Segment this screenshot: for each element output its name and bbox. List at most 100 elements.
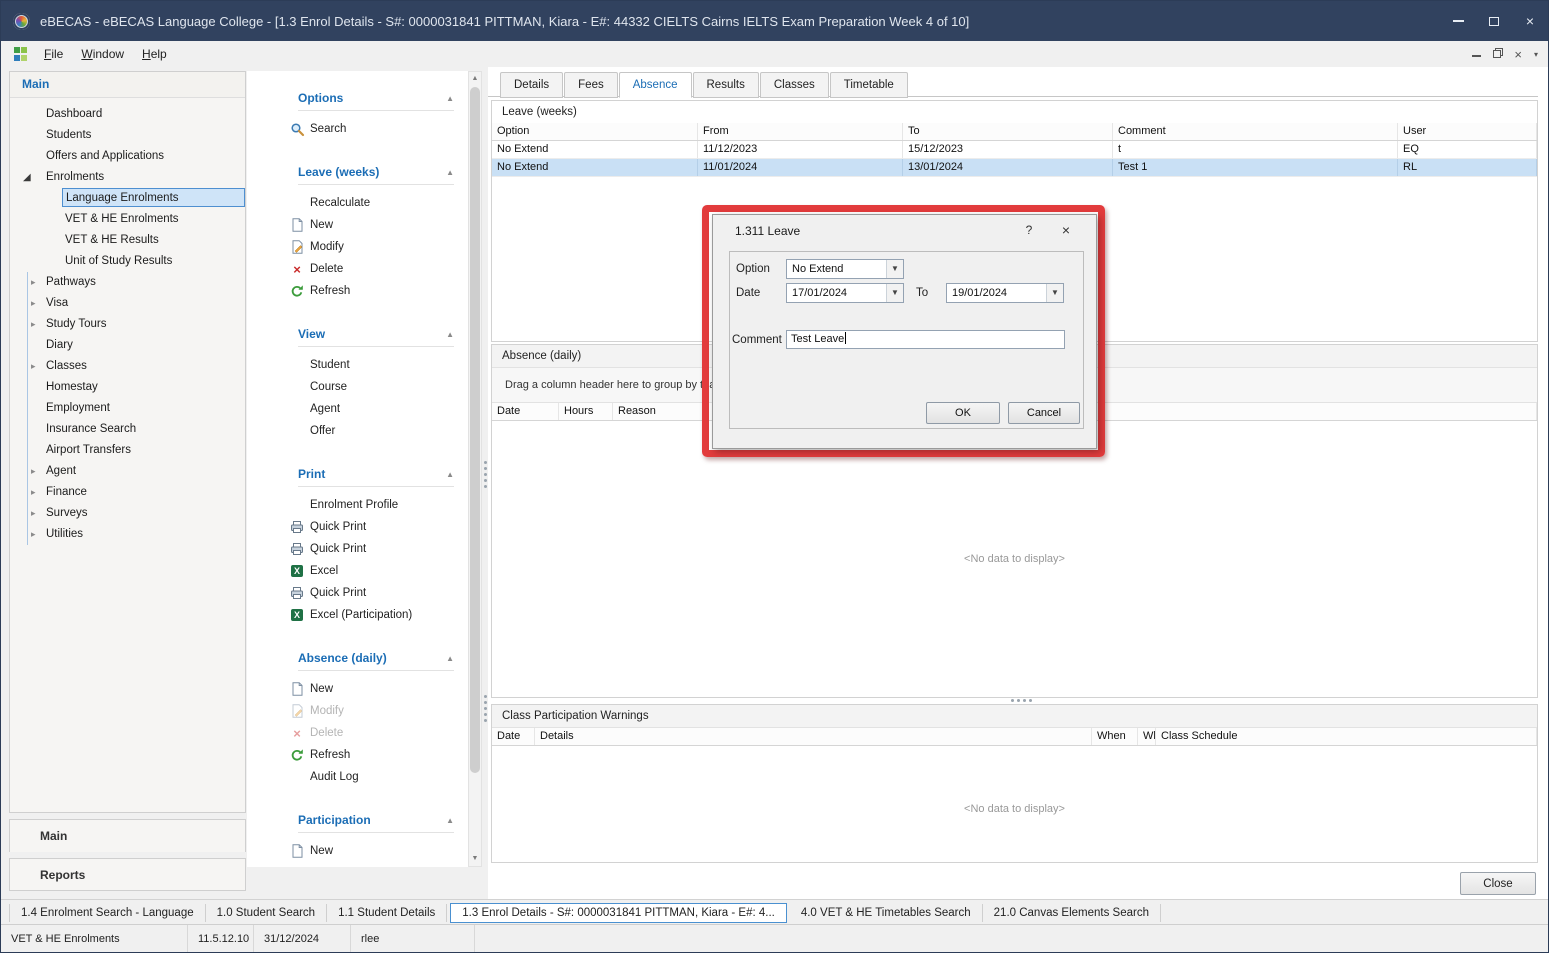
collapsed-arrow-icon[interactable]: ▸: [31, 356, 36, 377]
mdi-restore-button[interactable]: [1493, 48, 1502, 60]
mdi-minimize-button[interactable]: [1472, 49, 1481, 60]
chevron-down-icon[interactable]: ▼: [886, 284, 903, 302]
section-header-options[interactable]: Options▲: [298, 89, 454, 111]
leave-col-to[interactable]: To: [903, 123, 1113, 140]
option-view-offer[interactable]: Offer: [247, 420, 468, 442]
sidebar-item-study-tours[interactable]: ▸Study Tours: [10, 314, 245, 335]
option-leave-weeks-refresh[interactable]: Refresh: [247, 280, 468, 302]
cancel-button[interactable]: Cancel: [1008, 402, 1080, 424]
option-leave-weeks-new[interactable]: New: [247, 214, 468, 236]
taskbar-tab-4[interactable]: 1.3 Enrol Details - S#: 0000031841 PITTM…: [450, 903, 787, 923]
taskbar-tab-6[interactable]: 21.0 Canvas Elements Search: [983, 904, 1161, 922]
nav-footer-reports[interactable]: Reports: [9, 858, 246, 891]
sidebar-item-surveys[interactable]: ▸Surveys: [10, 503, 245, 524]
dialog-close-button[interactable]: ×: [1058, 222, 1074, 238]
options-scrollbar[interactable]: ▲ ▼: [468, 71, 482, 867]
option-absence-daily-new[interactable]: New: [247, 678, 468, 700]
sidebar-item-insurance-search[interactable]: Insurance Search: [10, 419, 245, 440]
warnings-col-when[interactable]: When: [1092, 728, 1138, 745]
option-leave-weeks-modify[interactable]: Modify: [247, 236, 468, 258]
menu-file[interactable]: File: [35, 43, 72, 65]
sidebar-item-unit-of-study-results[interactable]: Unit of Study Results: [10, 251, 245, 272]
vertical-splitter-grip[interactable]: [484, 461, 487, 488]
section-header-absence-daily[interactable]: Absence (daily)▲: [298, 649, 454, 671]
sidebar-item-language-enrolments[interactable]: Language Enrolments: [10, 188, 245, 209]
collapsed-arrow-icon[interactable]: ▸: [31, 482, 36, 503]
leave-col-option[interactable]: Option: [492, 123, 698, 140]
sidebar-item-agent[interactable]: ▸Agent: [10, 461, 245, 482]
sidebar-item-visa[interactable]: ▸Visa: [10, 293, 245, 314]
sidebar-item-homestay[interactable]: Homestay: [10, 377, 245, 398]
date-from-select[interactable]: 17/01/2024 ▼: [786, 283, 904, 303]
warnings-col-class-schedule[interactable]: Class Schedule: [1156, 728, 1537, 745]
section-header-view[interactable]: View▲: [298, 325, 454, 347]
absence-col-hours[interactable]: Hours: [559, 403, 613, 420]
sidebar-item-finance[interactable]: ▸Finance: [10, 482, 245, 503]
leave-col-user[interactable]: User: [1398, 123, 1537, 140]
taskbar-tab-2[interactable]: 1.0 Student Search: [206, 904, 327, 922]
sidebar-item-vet-he-enrolments[interactable]: VET & HE Enrolments: [10, 209, 245, 230]
taskbar-tab-3[interactable]: 1.1 Student Details: [327, 904, 447, 922]
tab-results[interactable]: Results: [693, 72, 759, 98]
collapse-arrow-icon[interactable]: ▲: [446, 94, 454, 103]
mdi-menu-dropdown[interactable]: ▾: [1534, 49, 1538, 60]
option-view-agent[interactable]: Agent: [247, 398, 468, 420]
section-header-leave-weeks[interactable]: Leave (weeks)▲: [298, 163, 454, 185]
tab-fees[interactable]: Fees: [564, 72, 618, 98]
ok-button[interactable]: OK: [926, 402, 1000, 424]
option-leave-weeks-delete[interactable]: ×Delete: [247, 258, 468, 280]
collapse-arrow-icon[interactable]: ▲: [446, 470, 454, 479]
nav-footer-main[interactable]: Main: [9, 819, 246, 852]
leave-col-comment[interactable]: Comment: [1113, 123, 1398, 140]
tab-classes[interactable]: Classes: [760, 72, 829, 98]
maximize-button[interactable]: [1476, 1, 1512, 41]
collapse-arrow-icon[interactable]: ▲: [446, 168, 454, 177]
menu-help[interactable]: Help: [133, 43, 176, 65]
leave-col-from[interactable]: From: [698, 123, 903, 140]
help-button[interactable]: ?: [1021, 223, 1037, 237]
leave-row-0[interactable]: No Extend11/12/202315/12/2023tEQ: [492, 141, 1537, 159]
chevron-down-icon[interactable]: ▼: [1046, 284, 1063, 302]
sidebar-item-vet-he-results[interactable]: VET & HE Results: [10, 230, 245, 251]
collapsed-arrow-icon[interactable]: ▸: [31, 524, 36, 545]
collapsed-arrow-icon[interactable]: ▸: [31, 272, 36, 293]
option-view-course[interactable]: Course: [247, 376, 468, 398]
section-header-print[interactable]: Print▲: [298, 465, 454, 487]
horizontal-splitter-grip[interactable]: [1011, 699, 1032, 702]
vertical-splitter-grip[interactable]: [484, 695, 487, 722]
sidebar-item-offers-and-applications[interactable]: Offers and Applications: [10, 146, 245, 167]
scroll-down-icon[interactable]: ▼: [469, 852, 481, 866]
sidebar-item-dashboard[interactable]: Dashboard: [10, 104, 245, 125]
collapse-arrow-icon[interactable]: ▲: [446, 816, 454, 825]
close-button[interactable]: Close: [1460, 872, 1536, 895]
warnings-col-details[interactable]: Details: [535, 728, 1092, 745]
expanded-arrow-icon[interactable]: ◢: [23, 167, 31, 188]
sidebar-item-diary[interactable]: Diary: [10, 335, 245, 356]
sidebar-item-pathways[interactable]: ▸Pathways: [10, 272, 245, 293]
tab-details[interactable]: Details: [500, 72, 563, 98]
taskbar-tab-1[interactable]: 1.4 Enrolment Search - Language: [9, 904, 206, 922]
date-to-select[interactable]: 19/01/2024 ▼: [946, 283, 1064, 303]
option-print-excel[interactable]: XExcel: [247, 560, 468, 582]
option-absence-daily-refresh[interactable]: Refresh: [247, 744, 468, 766]
comment-input[interactable]: Test Leave: [786, 330, 1065, 349]
option-view-student[interactable]: Student: [247, 354, 468, 376]
option-options-search[interactable]: Search: [247, 118, 468, 140]
leave-row-1[interactable]: No Extend11/01/202413/01/2024Test 1RL: [492, 159, 1537, 177]
option-print-excel-participation[interactable]: XExcel (Participation): [247, 604, 468, 626]
collapsed-arrow-icon[interactable]: ▸: [31, 461, 36, 482]
absence-col-date[interactable]: Date: [492, 403, 559, 420]
menu-window[interactable]: Window: [72, 43, 133, 65]
sidebar-item-enrolments[interactable]: ◢Enrolments: [10, 167, 245, 188]
minimize-button[interactable]: [1440, 1, 1476, 41]
tab-absence[interactable]: Absence: [619, 72, 692, 98]
scrollbar-thumb[interactable]: [470, 87, 480, 773]
sidebar-item-utilities[interactable]: ▸Utilities: [10, 524, 245, 545]
scroll-up-icon[interactable]: ▲: [469, 72, 481, 86]
option-leave-weeks-recalculate[interactable]: Recalculate: [247, 192, 468, 214]
chevron-down-icon[interactable]: ▼: [886, 260, 903, 278]
option-print-enrolment-profile[interactable]: Enrolment Profile: [247, 494, 468, 516]
warnings-col-date[interactable]: Date: [492, 728, 535, 745]
warnings-col-wh[interactable]: Wh: [1138, 728, 1156, 745]
option-participation-new[interactable]: New: [247, 840, 468, 862]
